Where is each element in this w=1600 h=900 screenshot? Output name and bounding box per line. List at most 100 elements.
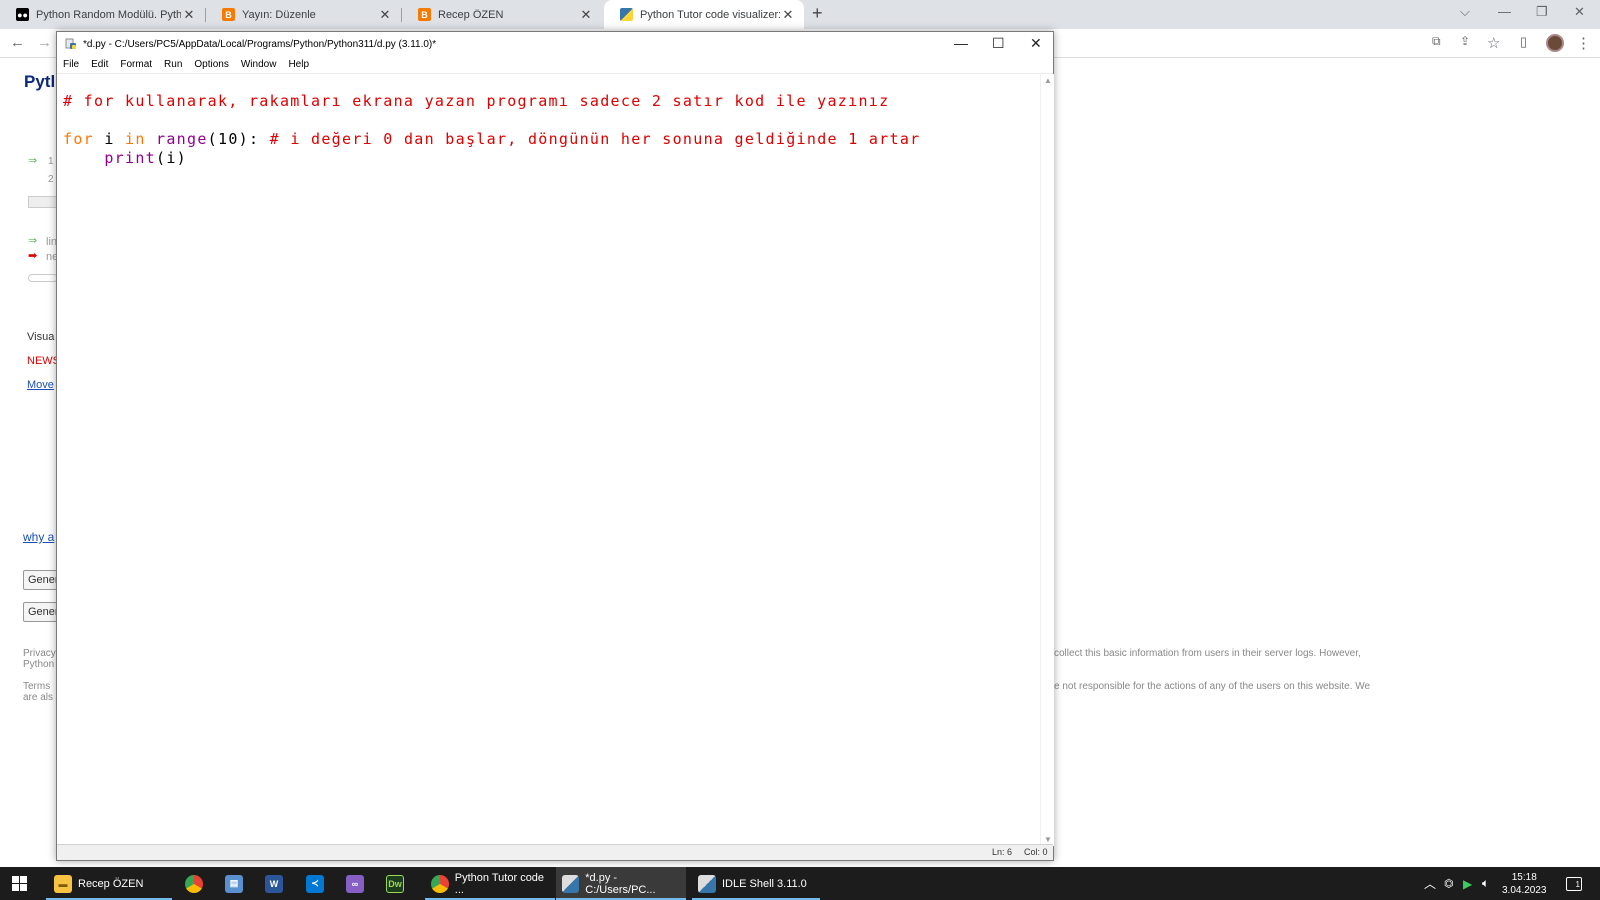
visual-studio-icon: ∞ (346, 874, 364, 893)
vscode-icon: ≺ (306, 874, 324, 893)
page-heading: Pytl (24, 72, 56, 91)
restore-icon[interactable]: ❐ (1536, 4, 1548, 20)
avatar[interactable] (1546, 34, 1564, 52)
green-arrow-icon: ⇒ (28, 235, 38, 247)
taskbar-files-pinned[interactable]: ▤ (225, 867, 249, 900)
blogger-icon: B (222, 8, 235, 21)
tab-title: Python Random Modülü. Python (36, 8, 181, 21)
menu-window[interactable]: Window (241, 59, 277, 70)
slider[interactable] (28, 274, 58, 282)
menu-format[interactable]: Format (120, 59, 152, 70)
keyword-in: in (125, 130, 146, 148)
footer-text: e not responsible for the actions of any… (1054, 681, 1371, 692)
idle-icon (698, 874, 716, 893)
share-icon[interactable]: ⇪ (1460, 34, 1470, 48)
tab-recep-ozen[interactable]: B Recep ÖZEN ✕ (402, 0, 602, 29)
code-args: (10): (207, 130, 270, 148)
taskbar-item-label: Recep ÖZEN (78, 877, 144, 890)
minimize-icon[interactable]: — (1498, 4, 1511, 19)
blogger-icon: B (418, 8, 431, 21)
tab-search-icon[interactable]: ⌵ (1460, 4, 1470, 20)
close-icon[interactable]: ✕ (181, 7, 197, 23)
notification-icon: 1 (1566, 876, 1582, 891)
volume-icon[interactable]: 🔈︎ (1482, 867, 1489, 900)
clock-date: 3.04.2023 (1502, 885, 1547, 896)
taskbar: ▬ Recep ÖZEN ▤ W ≺ ∞ Dw Python Tutor cod… (0, 867, 1600, 900)
new-tab-button[interactable]: + (812, 3, 823, 24)
taskbar-item-explorer[interactable]: ▬ Recep ÖZEN (46, 867, 172, 900)
taskbar-item-idle-shell[interactable]: IDLE Shell 3.11.0 (692, 867, 820, 900)
close-icon[interactable]: ✕ (780, 7, 796, 23)
code-editor[interactable]: # for kullanarak, rakamları ekrana yazan… (57, 74, 1037, 846)
code-line-3: for i in range(10): # i değeri 0 dan baş… (63, 130, 921, 148)
back-icon[interactable]: ← (10, 34, 25, 51)
menu-options[interactable]: Options (194, 59, 228, 70)
taskbar-chrome-pinned[interactable] (185, 867, 209, 900)
menu-help[interactable]: Help (288, 59, 309, 70)
idle-editor-window: *d.py - C:/Users/PC5/AppData/Local/Progr… (56, 31, 1054, 861)
code-args: (i) (155, 149, 187, 167)
taskbar-item-label: *d.py - C:/Users/PC... (585, 871, 656, 896)
taskbar-vscode-pinned[interactable]: ≺ (306, 867, 330, 900)
close-icon[interactable]: ✕ (1574, 4, 1585, 20)
taskbar-dreamweaver-pinned[interactable]: Dw (386, 867, 410, 900)
tab-yayin-duzenle[interactable]: B Yayın: Düzenle ✕ (206, 0, 401, 29)
clock[interactable]: 15:18 3.04.2023 (1502, 871, 1547, 897)
medium-icon: ●● (16, 8, 29, 21)
menu-run[interactable]: Run (164, 59, 182, 70)
taskbar-item-label: Python Tutor code ... (454, 871, 545, 896)
taskbar-item-label: IDLE Shell 3.11.0 (722, 877, 807, 890)
side-panel-icon[interactable]: ▯ (1520, 34, 1527, 50)
close-icon[interactable]: ✕ (377, 7, 393, 23)
idle-menubar: File Edit Format Run Options Window Help (57, 56, 1053, 74)
why-link[interactable]: why a (23, 530, 54, 544)
start-button[interactable] (12, 867, 27, 900)
forward-icon[interactable]: → (37, 34, 52, 51)
menu-file[interactable]: File (63, 59, 79, 70)
idle-icon (65, 38, 76, 49)
meet-now-icon[interactable]: ⏣ (1444, 867, 1454, 900)
privacy-text: Privacy (23, 648, 56, 659)
file-manager-icon: ▤ (225, 874, 243, 893)
idle-icon (562, 874, 580, 893)
menu-edit[interactable]: Edit (91, 59, 108, 70)
idle-title-bar[interactable]: *d.py - C:/Users/PC5/AppData/Local/Progr… (57, 32, 1053, 56)
scroll-down-icon[interactable]: ▼ (1044, 835, 1052, 844)
scroll-up-icon[interactable]: ▲ (1044, 76, 1052, 85)
code-comment: # i değeri 0 dan başlar, döngünün her so… (269, 130, 921, 148)
column-status: Col: 0 (1024, 847, 1048, 857)
builtin-print: print (104, 149, 156, 167)
word-icon: W (265, 874, 283, 893)
taskbar-item-idle-editor[interactable]: *d.py - C:/Users/PC... (556, 867, 686, 900)
tab-title: Yayın: Düzenle (242, 8, 316, 21)
play-icon[interactable]: ▶ (1463, 867, 1472, 900)
code-scrollbar[interactable] (28, 196, 58, 208)
keyword-for: for (63, 130, 94, 148)
taskbar-item-chrome[interactable]: Python Tutor code ... (425, 867, 555, 900)
green-arrow-icon: ⇒ (28, 155, 38, 167)
windows-icon (12, 876, 27, 891)
move-link[interactable]: Move (27, 379, 54, 391)
tab-title: Python Tutor code visualizer: Vis (640, 8, 780, 21)
terms-text-cont: are als (23, 692, 54, 703)
dreamweaver-icon: Dw (386, 874, 404, 893)
vertical-scrollbar[interactable]: ▲ ▼ (1040, 74, 1054, 846)
close-icon[interactable]: ✕ (1030, 35, 1042, 52)
status-bar: Ln: 6 Col: 0 (57, 844, 1053, 860)
taskbar-visualstudio-pinned[interactable]: ∞ (346, 867, 370, 900)
minimize-icon[interactable]: — (954, 35, 968, 51)
menu-icon[interactable]: ⋮ (1576, 34, 1591, 52)
translate-icon[interactable]: ⧉ (1432, 34, 1441, 49)
tab-python-tutor[interactable]: Python Tutor code visualizer: Vis ✕ (604, 0, 804, 29)
maximize-icon[interactable]: ☐ (992, 35, 1005, 52)
taskbar-word-pinned[interactable]: W (265, 867, 289, 900)
notification-center[interactable]: 1 (1566, 867, 1582, 900)
window-title: *d.py - C:/Users/PC5/AppData/Local/Progr… (83, 38, 437, 50)
text-fragment: Visua (27, 331, 55, 343)
show-hidden-icons[interactable]: ︿ (1424, 867, 1436, 900)
close-icon[interactable]: ✕ (578, 7, 594, 23)
star-icon[interactable]: ☆ (1487, 34, 1500, 52)
terms-text: Terms (23, 681, 51, 692)
tab-python-random[interactable]: ●● Python Random Modülü. Python ✕ (0, 0, 205, 29)
